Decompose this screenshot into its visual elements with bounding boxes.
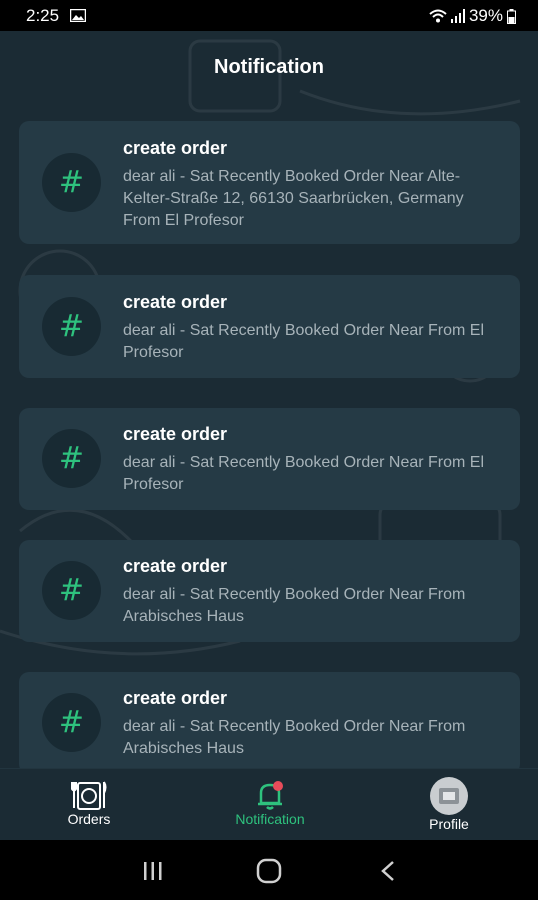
restaurant-menu-icon <box>71 781 107 810</box>
recent-apps-icon[interactable] <box>142 860 164 882</box>
status-time: 2:25 <box>26 6 60 25</box>
notification-card[interactable]: # create order dear ali - Sat Recently B… <box>19 672 520 774</box>
bottom-navigation: Orders Notification Profile <box>0 768 538 840</box>
notification-body: dear ali - Sat Recently Booked Order Nea… <box>123 322 485 361</box>
notification-card[interactable]: # create order dear ali - Sat Recently B… <box>19 540 520 642</box>
notification-body: dear ali - Sat Recently Booked Order Nea… <box>123 586 466 625</box>
nav-profile-label: Profile <box>429 816 469 832</box>
notification-title: create order <box>123 292 228 312</box>
wifi-icon <box>429 9 447 23</box>
notification-card[interactable]: # create order dear ali - Sat Recently B… <box>19 275 520 378</box>
battery-percent: 39% <box>468 6 503 25</box>
hashtag-icon: # <box>42 297 101 356</box>
back-icon[interactable] <box>379 860 397 882</box>
notification-card[interactable]: # create order dear ali - Sat Recently B… <box>19 408 520 510</box>
notification-title: create order <box>123 688 228 708</box>
notification-card[interactable]: # create order dear ali - Sat Recently B… <box>19 121 520 244</box>
notification-body: dear ali - Sat Recently Booked Order Nea… <box>123 454 485 493</box>
page-title: Notification <box>214 56 324 78</box>
notification-body: dear ali - Sat Recently Booked Order Nea… <box>123 718 466 757</box>
system-navigation-bar <box>0 840 538 900</box>
nav-orders[interactable]: Orders <box>58 769 120 827</box>
hashtag-icon: # <box>42 153 101 212</box>
home-icon[interactable] <box>256 858 282 884</box>
notification-title: create order <box>123 138 228 158</box>
bell-icon <box>258 781 283 810</box>
hashtag-icon: # <box>42 561 101 620</box>
image-notification-icon <box>70 9 86 22</box>
nav-notification-label: Notification <box>235 811 305 827</box>
notification-body: dear ali - Sat Recently Booked Order Nea… <box>123 168 464 229</box>
notification-title: create order <box>123 556 228 576</box>
hashtag-icon: # <box>42 429 101 488</box>
nav-orders-label: Orders <box>67 811 111 827</box>
status-bar: 2:25 39% <box>0 0 538 31</box>
notification-title: create order <box>123 424 228 444</box>
status-right: 39% <box>429 6 516 26</box>
signal-icon <box>450 9 465 23</box>
battery-icon <box>507 8 516 24</box>
nav-profile[interactable]: Profile <box>420 769 478 832</box>
hashtag-icon: # <box>42 693 101 752</box>
nav-notification[interactable]: Notification <box>224 769 316 827</box>
notification-screen: Notification # create order dear ali - S… <box>0 31 538 840</box>
avatar-icon <box>430 777 468 815</box>
